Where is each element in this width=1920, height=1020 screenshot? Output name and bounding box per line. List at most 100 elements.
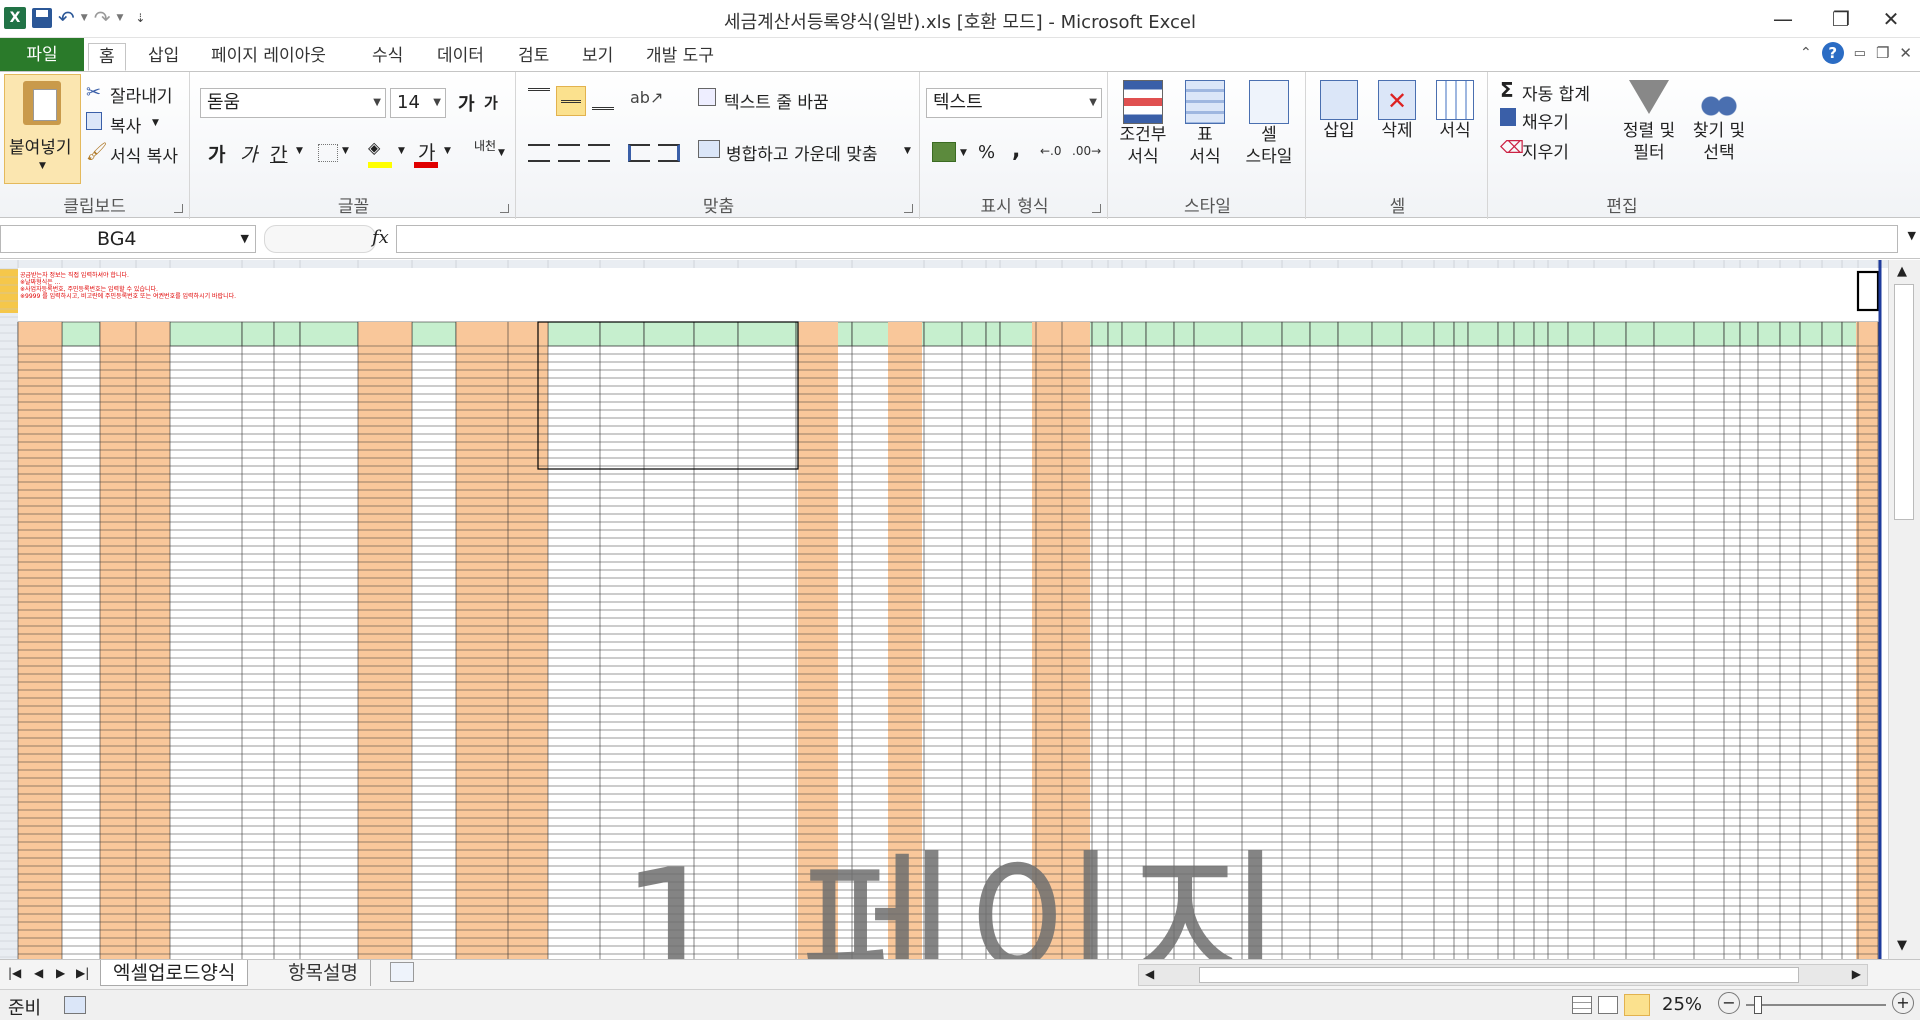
- formula-input[interactable]: [396, 225, 1898, 253]
- worksheet-area[interactable]: 공급받는자 정보는 직접 입력하셔야 합니다. ※날짜형식은 ... ※사업자등록번…: [0, 260, 1906, 959]
- scroll-right-icon[interactable]: ▶: [1852, 967, 1861, 981]
- find-select-button[interactable]: 찾기 및 선택: [1686, 80, 1752, 164]
- font-color-button[interactable]: 가: [414, 138, 440, 168]
- scroll-left-icon[interactable]: ◀: [1145, 967, 1154, 981]
- comma-button[interactable]: ,: [1012, 138, 1020, 163]
- wrap-text-button[interactable]: 텍스트 줄 바꿈: [698, 88, 898, 114]
- decrease-indent-icon[interactable]: [628, 144, 650, 162]
- tab-view[interactable]: 보기: [572, 43, 623, 71]
- copy-button[interactable]: 복사 ▼: [86, 112, 186, 137]
- page-layout-view-icon[interactable]: [1598, 996, 1618, 1014]
- number-format-box[interactable]: 텍스트 ▼: [926, 88, 1102, 118]
- sheet-tab-item-desc[interactable]: 항목설명: [276, 960, 371, 986]
- italic-button[interactable]: 가: [240, 140, 257, 167]
- currency-dropdown-icon[interactable]: ▼: [960, 148, 967, 158]
- number-launcher-icon[interactable]: [1092, 204, 1101, 213]
- format-cells-button[interactable]: 서식: [1428, 80, 1482, 142]
- number-format-dropdown-icon[interactable]: ▼: [1089, 89, 1097, 117]
- tab-home[interactable]: 홈: [88, 43, 126, 71]
- align-left-icon[interactable]: [528, 144, 550, 162]
- tab-data[interactable]: 데이터: [427, 43, 494, 71]
- increase-decimal-icon[interactable]: ←.0: [1040, 144, 1062, 158]
- vertical-scrollbar[interactable]: ▲ ▼: [1888, 260, 1920, 959]
- font-launcher-icon[interactable]: [500, 204, 509, 213]
- expand-formula-bar-icon[interactable]: ▼: [1908, 229, 1916, 242]
- cut-button[interactable]: ✂ 잘라내기: [86, 82, 186, 107]
- zoom-slider[interactable]: [1746, 996, 1886, 1014]
- increase-indent-icon[interactable]: [658, 144, 680, 162]
- tab-review[interactable]: 검토: [508, 43, 559, 71]
- clear-button[interactable]: ⌫ 지우기: [1500, 138, 1569, 164]
- clipboard-launcher-icon[interactable]: [174, 204, 183, 213]
- close-button[interactable]: ✕: [1862, 0, 1920, 38]
- horizontal-scrollbar[interactable]: ◀ ▶: [1138, 964, 1868, 986]
- merge-center-button[interactable]: 병합하고 가운데 맞춤 ▼: [698, 140, 914, 166]
- font-size-dropdown-icon[interactable]: ▼: [433, 89, 441, 117]
- align-right-icon[interactable]: [588, 144, 610, 162]
- new-sheet-icon[interactable]: [390, 962, 414, 982]
- align-top-icon[interactable]: [528, 88, 550, 110]
- zoom-in-button[interactable]: +: [1892, 992, 1914, 1014]
- autosum-button[interactable]: Σ 자동 합계: [1500, 78, 1590, 105]
- tab-file[interactable]: 파일: [0, 38, 84, 72]
- underline-dropdown-icon[interactable]: ▼: [296, 146, 303, 156]
- cell-styles-button[interactable]: 셀 스타일: [1238, 80, 1300, 168]
- align-middle-icon[interactable]: [556, 86, 586, 116]
- insert-function-icon[interactable]: fx: [372, 227, 389, 248]
- scroll-up-icon[interactable]: ▲: [1897, 264, 1907, 279]
- bold-button[interactable]: 가: [208, 140, 225, 167]
- font-size-box[interactable]: 14 ▼: [390, 88, 446, 118]
- fill-color-button[interactable]: ◈: [368, 138, 394, 168]
- shrink-font-button[interactable]: 가: [484, 92, 498, 113]
- font-name-dropdown-icon[interactable]: ▼: [373, 89, 381, 117]
- minimize-button[interactable]: —: [1754, 0, 1812, 38]
- workbook-close-icon[interactable]: ✕: [1899, 44, 1912, 62]
- tab-page-layout[interactable]: 페이지 레이아웃: [201, 43, 336, 71]
- font-name-box[interactable]: 돋움 ▼: [200, 88, 386, 118]
- help-icon[interactable]: ?: [1821, 42, 1844, 64]
- borders-icon[interactable]: [318, 144, 338, 162]
- tab-formulas[interactable]: 수식: [362, 43, 413, 71]
- prev-sheet-icon[interactable]: ◀: [34, 966, 43, 980]
- conditional-format-button[interactable]: 조건부 서식: [1114, 80, 1172, 168]
- first-sheet-icon[interactable]: |◀: [8, 966, 21, 980]
- percent-button[interactable]: %: [978, 142, 995, 163]
- name-box[interactable]: BG4 ▼: [0, 225, 256, 253]
- scroll-down-icon[interactable]: ▼: [1897, 938, 1907, 953]
- zoom-slider-thumb[interactable]: [1754, 996, 1762, 1014]
- underline-button[interactable]: 간: [270, 140, 287, 167]
- scroll-thumb[interactable]: [1894, 284, 1914, 520]
- orientation-icon[interactable]: ab↗: [630, 88, 663, 107]
- format-painter-button[interactable]: 🖌 서식 복사: [86, 142, 186, 167]
- workbook-restore-icon[interactable]: ❐: [1876, 44, 1889, 62]
- tab-developer[interactable]: 개발 도구: [636, 43, 724, 71]
- grow-font-button[interactable]: 가: [458, 90, 475, 116]
- workbook-minimize-icon[interactable]: ▭: [1854, 46, 1866, 61]
- macro-record-icon[interactable]: [64, 996, 86, 1014]
- insert-cells-button[interactable]: 삽입: [1312, 80, 1366, 142]
- collapse-ribbon-icon[interactable]: ⌃: [1800, 45, 1812, 61]
- paste-button[interactable]: 붙여넣기 ▼: [4, 74, 81, 184]
- format-as-table-button[interactable]: 표 서식: [1176, 80, 1234, 168]
- decrease-decimal-icon[interactable]: .00→: [1072, 144, 1101, 158]
- zoom-out-button[interactable]: −: [1718, 992, 1740, 1014]
- fill-color-dropdown-icon[interactable]: ▼: [398, 146, 405, 156]
- align-center-icon[interactable]: [558, 144, 580, 162]
- align-bottom-icon[interactable]: [592, 88, 614, 110]
- last-sheet-icon[interactable]: ▶|: [76, 966, 89, 980]
- font-color-dropdown-icon[interactable]: ▼: [444, 146, 451, 156]
- delete-cells-button[interactable]: ✕ 삭제: [1370, 80, 1424, 142]
- normal-view-icon[interactable]: [1572, 996, 1592, 1014]
- borders-dropdown-icon[interactable]: ▼: [342, 146, 349, 156]
- zoom-level[interactable]: 25%: [1662, 994, 1702, 1015]
- phonetic-button[interactable]: 내천: [472, 140, 498, 153]
- sort-filter-button[interactable]: 정렬 및 필터: [1616, 80, 1682, 164]
- name-box-dropdown-icon[interactable]: ▼: [241, 226, 249, 252]
- next-sheet-icon[interactable]: ▶: [56, 966, 65, 980]
- h-scroll-thumb[interactable]: [1199, 967, 1799, 983]
- phonetic-dropdown-icon[interactable]: ▼: [498, 148, 505, 158]
- tab-insert[interactable]: 삽입: [138, 43, 189, 71]
- page-break-view-icon[interactable]: [1624, 994, 1650, 1016]
- sheet-tab-upload-form[interactable]: 엑셀업로드양식: [100, 960, 249, 986]
- fill-button[interactable]: 채우기: [1500, 108, 1569, 134]
